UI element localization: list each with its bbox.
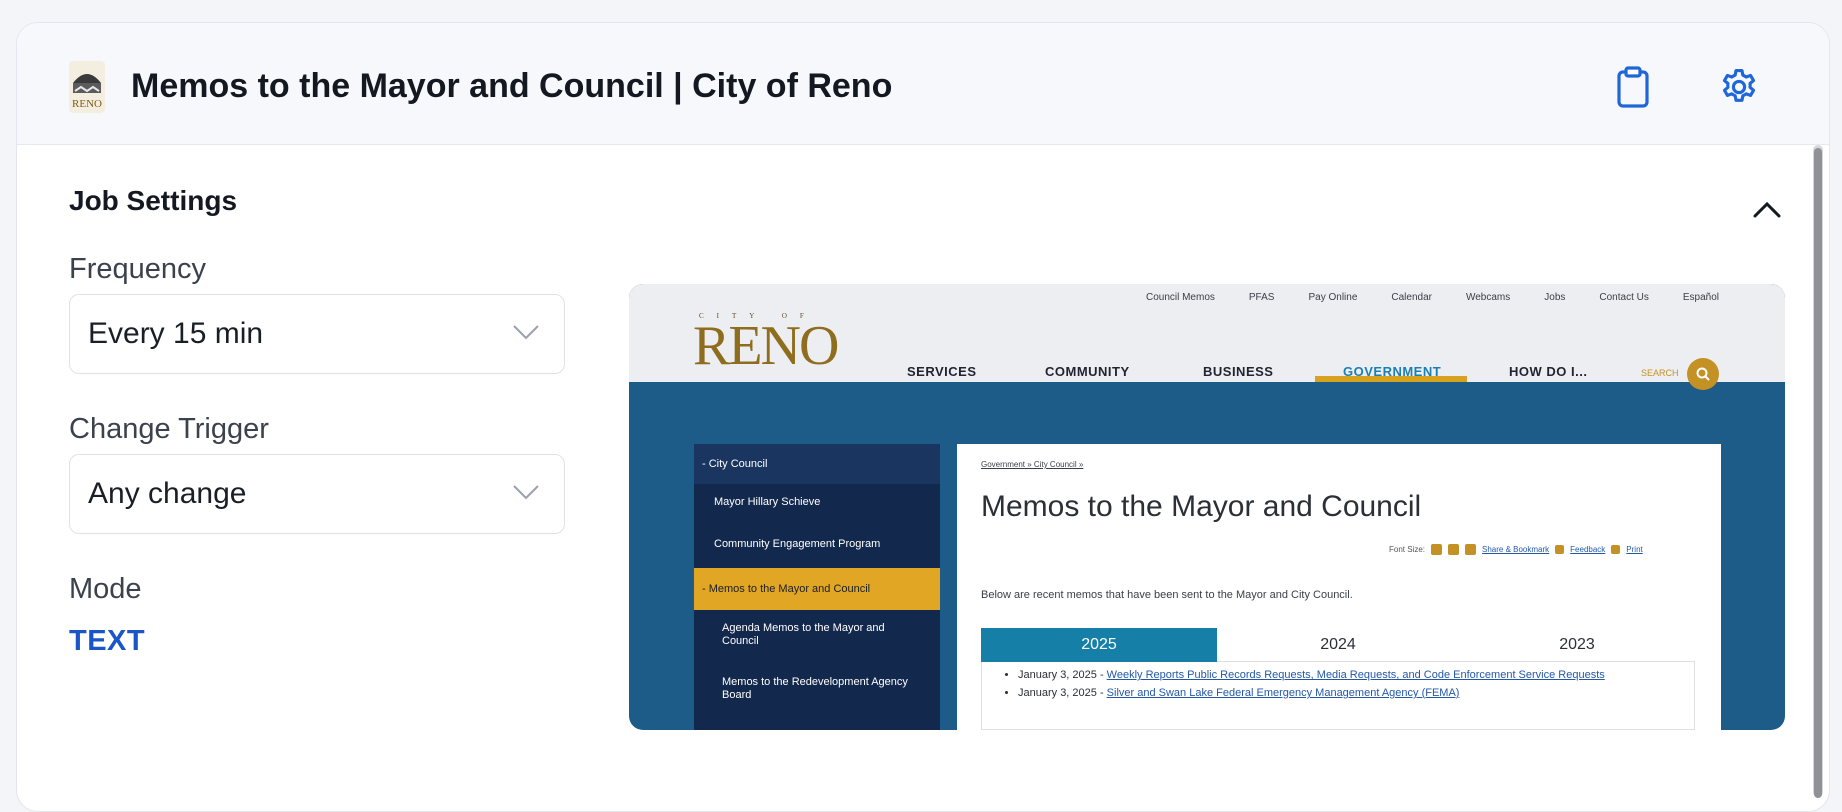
preview-active-underline xyxy=(1315,376,1467,382)
preview-sidebar-head: - City Council xyxy=(694,444,940,484)
preview-year-tabs: 2025 2024 2023 xyxy=(981,628,1695,662)
chevron-down-icon xyxy=(513,325,539,340)
preview-sidebar-item-active: - Memos to the Mayor and Council xyxy=(694,568,940,610)
chevron-up-icon xyxy=(1753,201,1781,218)
preview-tab: 2025 xyxy=(981,628,1217,662)
memo-date: January 3, 2025 - xyxy=(1018,687,1107,699)
preview-logo: RENO xyxy=(693,315,839,377)
preview-sidebar-item: Community Engagement Program xyxy=(714,538,881,550)
memo-date: January 3, 2025 - xyxy=(1018,669,1107,681)
preview-util-link: Calendar xyxy=(1391,292,1432,303)
card-header: RENO Memos to the Mayor and Council | Ci… xyxy=(17,23,1829,145)
preview-print-link: Print xyxy=(1626,545,1643,554)
frequency-select[interactable]: Every 15 min xyxy=(69,294,565,374)
preview-util-link: Contact Us xyxy=(1599,292,1649,303)
feedback-icon xyxy=(1555,545,1565,554)
preview-nav-item: SERVICES xyxy=(907,364,977,379)
gear-icon xyxy=(1722,68,1756,102)
preview-memo-item: January 3, 2025 - Silver and Swan Lake F… xyxy=(1018,686,1694,701)
preview-font-size-label: Font Size: xyxy=(1389,545,1426,554)
font-decrease-icon xyxy=(1448,544,1460,555)
preview-nav-item: HOW DO I... xyxy=(1509,364,1588,379)
preview-sidebar: - City Council Mayor Hillary Schieve Com… xyxy=(694,444,940,730)
memo-link: Silver and Swan Lake Federal Emergency M… xyxy=(1106,687,1460,699)
preview-heading: Memos to the Mayor and Council xyxy=(981,490,1422,523)
change-trigger-select[interactable]: Any change xyxy=(69,454,565,534)
print-icon xyxy=(1611,545,1621,554)
preview-util-link: Council Memos xyxy=(1145,292,1215,303)
preview-sidebar-subitem: Agenda Memos to the Mayor and Council xyxy=(722,622,885,647)
preview-util-link: Webcams xyxy=(1465,292,1511,303)
settings-button[interactable] xyxy=(1713,61,1765,113)
frequency-label: Frequency xyxy=(69,253,207,285)
preview-tab: 2023 xyxy=(1559,636,1595,653)
mode-label: Mode xyxy=(69,573,142,605)
reno-logo-icon: RENO xyxy=(69,61,105,113)
preview-nav-item: BUSINESS xyxy=(1203,364,1274,379)
change-trigger-value: Any change xyxy=(88,477,247,510)
preview-feedback-link: Feedback xyxy=(1570,545,1606,554)
preview-main: Government » City Council » Memos to the… xyxy=(957,444,1721,730)
mode-value: TEXT xyxy=(69,625,146,657)
preview-intro: Below are recent memos that have been se… xyxy=(981,589,1353,601)
chevron-down-icon xyxy=(513,485,539,500)
frequency-value: Every 15 min xyxy=(88,317,264,350)
font-increase-icon xyxy=(1431,544,1443,555)
preview-utility-bar: Council Memos PFAS Pay Online Calendar W… xyxy=(629,284,1785,310)
preview-util-link: Español xyxy=(1682,292,1719,303)
scrollbar-thumb[interactable] xyxy=(1814,148,1822,798)
preview-tools: Font Size: Share & Bookmark Feedback Pri… xyxy=(1389,544,1643,555)
preview-tab: 2024 xyxy=(1320,636,1356,653)
preview-sidebar-subitem: Memos to the Redevelopment Agency Board xyxy=(722,676,908,701)
preview-util-link: PFAS xyxy=(1248,292,1275,303)
job-settings-title: Job Settings xyxy=(69,185,238,216)
preview-search-label: SEARCH xyxy=(1641,368,1679,378)
preview-search-icon xyxy=(1687,358,1719,390)
preview-breadcrumb: Government » City Council » xyxy=(981,460,1084,469)
memo-link: Weekly Reports Public Records Requests, … xyxy=(1106,669,1605,681)
preview-nav-bar: CITY OF RENO SERVICES COMMUNITY BUSINESS… xyxy=(629,310,1785,390)
share-icon xyxy=(1465,544,1477,555)
svg-text:RENO: RENO xyxy=(72,98,102,110)
change-trigger-label: Change Trigger xyxy=(69,413,269,445)
clipboard-button[interactable] xyxy=(1607,61,1659,113)
preview-nav-item: COMMUNITY xyxy=(1045,364,1130,379)
preview-memo-item: January 3, 2025 - Weekly Reports Public … xyxy=(1018,668,1694,683)
job-card: RENO Memos to the Mayor and Council | Ci… xyxy=(16,22,1830,812)
page-preview: Council Memos PFAS Pay Online Calendar W… xyxy=(629,284,1785,730)
preview-share-link: Share & Bookmark xyxy=(1482,545,1550,554)
collapse-button[interactable] xyxy=(1747,189,1787,229)
preview-util-link: Pay Online xyxy=(1308,292,1358,303)
preview-sidebar-item: Mayor Hillary Schieve xyxy=(714,496,821,508)
clipboard-icon xyxy=(1617,66,1649,108)
preview-memo-list: January 3, 2025 - Weekly Reports Public … xyxy=(981,662,1695,730)
page-title: Memos to the Mayor and Council | City of… xyxy=(131,67,893,105)
preview-util-link: Jobs xyxy=(1544,292,1566,303)
